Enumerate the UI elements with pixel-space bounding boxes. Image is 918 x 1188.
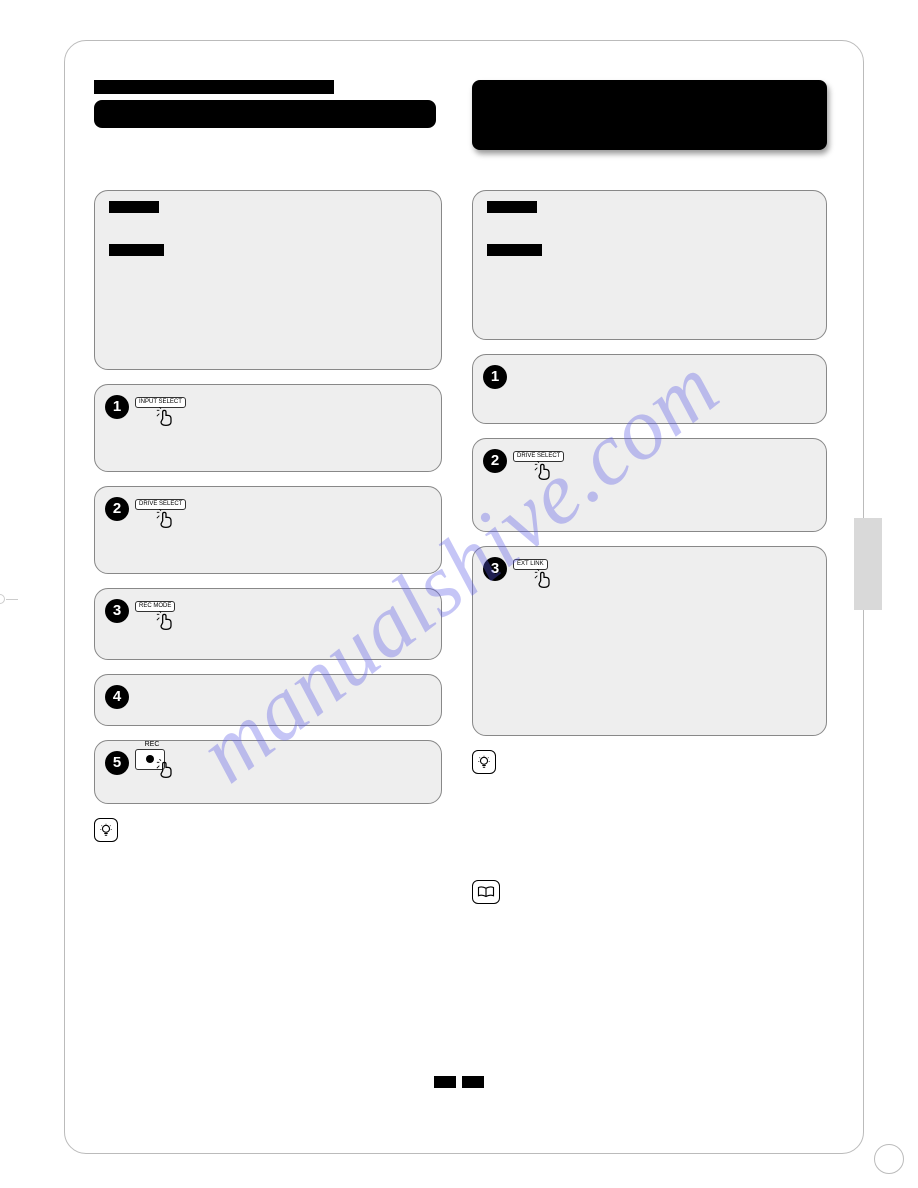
- redacted-text: [487, 201, 537, 213]
- left-step-2-panel: 2 DRIVE SELECT: [94, 486, 442, 574]
- ext-link-button-graphic: EXT LINK: [513, 559, 569, 591]
- press-hand-icon: [155, 407, 177, 427]
- footer-mark: [434, 1076, 456, 1088]
- left-step-1-panel: 1 INPUT SELECT: [94, 384, 442, 472]
- step-number-badge: 5: [105, 751, 129, 775]
- redacted-text: [109, 201, 159, 213]
- page-number-circle: [874, 1144, 904, 1174]
- right-step-1-panel: 1: [472, 354, 827, 424]
- step-number-badge: 3: [105, 599, 129, 623]
- right-intro-panel: [472, 190, 827, 340]
- redacted-text: [487, 244, 542, 256]
- right-step-3-panel: 3 EXT LINK: [472, 546, 827, 736]
- footer-mark: [462, 1076, 484, 1088]
- input-select-button-graphic: INPUT SELECT: [135, 397, 191, 429]
- left-step-4-panel: 4: [94, 674, 442, 726]
- heading-small-bar: [94, 80, 334, 94]
- left-column: 1 INPUT SELECT 2 DRIVE SELECT 3: [94, 190, 442, 846]
- step-number-badge: 2: [105, 497, 129, 521]
- press-hand-icon: [155, 509, 177, 529]
- step-number-badge: 1: [105, 395, 129, 419]
- rec-mode-button-graphic: REC MODE: [135, 601, 191, 633]
- open-book-icon: [472, 880, 500, 904]
- drive-select-button-graphic: DRIVE SELECT: [135, 499, 191, 531]
- binding-hole-left: [0, 594, 5, 604]
- press-hand-icon: [533, 569, 555, 589]
- rec-button-graphic: REC: [135, 749, 191, 781]
- lightbulb-icon: [94, 818, 118, 842]
- drive-select-button-graphic: DRIVE SELECT: [513, 451, 569, 483]
- right-heading-box: [472, 80, 827, 150]
- heading-wide-bar: [94, 100, 436, 128]
- thumb-tab: [854, 518, 882, 610]
- press-hand-icon: [155, 611, 177, 631]
- step-number-badge: 3: [483, 557, 507, 581]
- left-heading: [94, 80, 442, 138]
- left-step-5-panel: 5 REC: [94, 740, 442, 804]
- rec-label: REC: [135, 741, 169, 748]
- step-number-badge: 2: [483, 449, 507, 473]
- redacted-text: [109, 244, 164, 256]
- left-step-3-panel: 3 REC MODE: [94, 588, 442, 660]
- left-intro-panel: [94, 190, 442, 370]
- right-step-2-panel: 2 DRIVE SELECT: [472, 438, 827, 532]
- lightbulb-icon: [472, 750, 496, 774]
- rec-dot-icon: [146, 755, 154, 763]
- press-hand-icon: [155, 759, 177, 779]
- right-column: 1 2 DRIVE SELECT 3 EXT LINK: [472, 190, 827, 904]
- step-number-badge: 4: [105, 685, 129, 709]
- step-number-badge: 1: [483, 365, 507, 389]
- footer-marks: [434, 1076, 484, 1088]
- press-hand-icon: [533, 461, 555, 481]
